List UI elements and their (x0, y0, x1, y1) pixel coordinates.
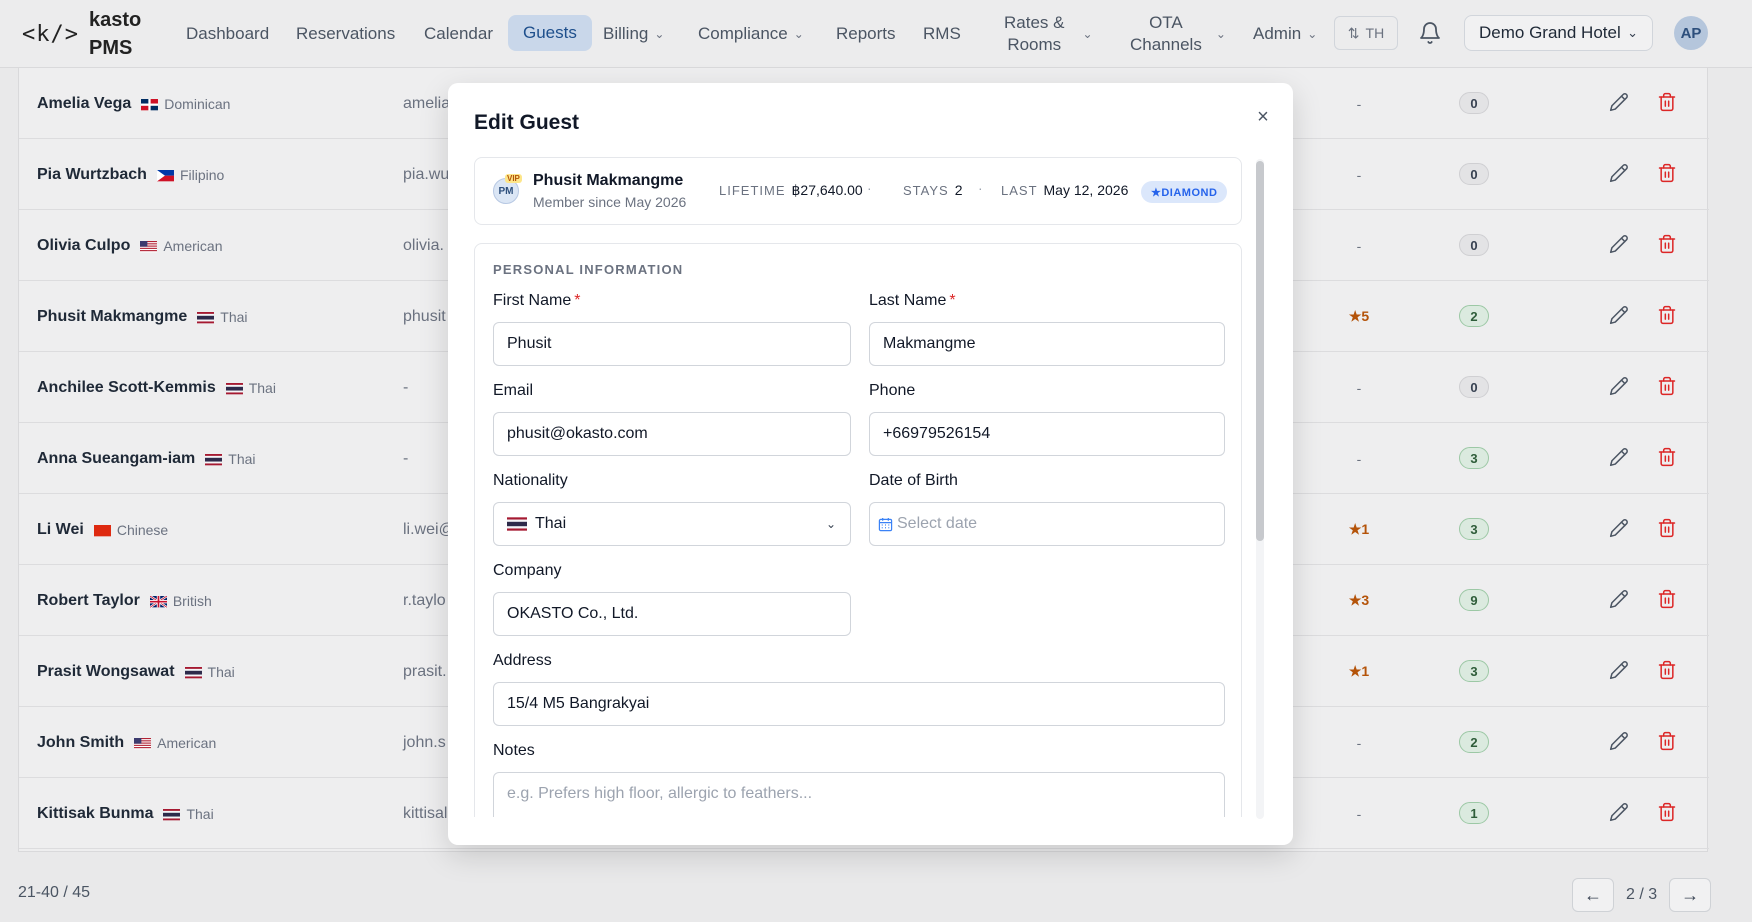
separator-dot: · (978, 180, 983, 196)
company-field[interactable]: OKASTO Co., Ltd. (493, 592, 851, 636)
notes-textarea[interactable]: e.g. Prefers high floor, allergic to fea… (493, 772, 1225, 817)
vip-badge: VIP (505, 174, 522, 183)
first-name-input[interactable]: Phusit (493, 322, 851, 366)
email-field[interactable]: phusit@okasto.com (493, 412, 851, 456)
dob-label: Date of Birth (869, 472, 958, 489)
modal-title: Edit Guest (474, 111, 580, 134)
phone-label: Phone (869, 382, 916, 399)
close-icon[interactable]: × (1251, 105, 1275, 129)
tier-badge: ★DIAMOND (1141, 181, 1228, 203)
notes-label: Notes (493, 742, 535, 759)
stays-stat: STAYS 2 (903, 182, 963, 198)
lifetime-stat: LIFETIME ฿27,640.00 (719, 182, 863, 198)
modal-body: PM VIP Phusit Makmangme Member since May… (474, 157, 1268, 817)
guest-name: Phusit Makmangme (533, 172, 684, 189)
email-label: Email (493, 382, 534, 399)
first-name-label: First Name * (493, 292, 581, 309)
last-name-label: Last Name * (869, 292, 956, 309)
address-field[interactable]: 15/4 M5 Bangrakyai (493, 682, 1225, 726)
dob-field[interactable]: Select date (869, 502, 1225, 546)
section-title: PERSONAL INFORMATION (493, 262, 684, 277)
guest-summary-card: PM VIP Phusit Makmangme Member since May… (474, 157, 1242, 225)
last-name-input[interactable]: Makmangme (869, 322, 1225, 366)
company-label: Company (493, 562, 562, 579)
thai-flag-icon (507, 517, 527, 531)
nationality-select[interactable]: Thai ⌄ (493, 502, 851, 546)
nationality-label: Nationality (493, 472, 568, 489)
personal-information-section: PERSONAL INFORMATION First Name * Phusit … (474, 243, 1242, 817)
phone-field[interactable]: +66979526154 (869, 412, 1225, 456)
address-label: Address (493, 652, 552, 669)
edit-guest-modal: Edit Guest × PM VIP Phusit Makmangme Mem… (448, 83, 1293, 845)
separator-dot: · (867, 180, 872, 196)
chevron-down-icon: ⌄ (825, 517, 836, 531)
calendar-icon (878, 517, 893, 531)
member-since: Member since May 2026 (533, 194, 687, 210)
last-stay-stat: LAST May 12, 2026 (1001, 182, 1129, 198)
